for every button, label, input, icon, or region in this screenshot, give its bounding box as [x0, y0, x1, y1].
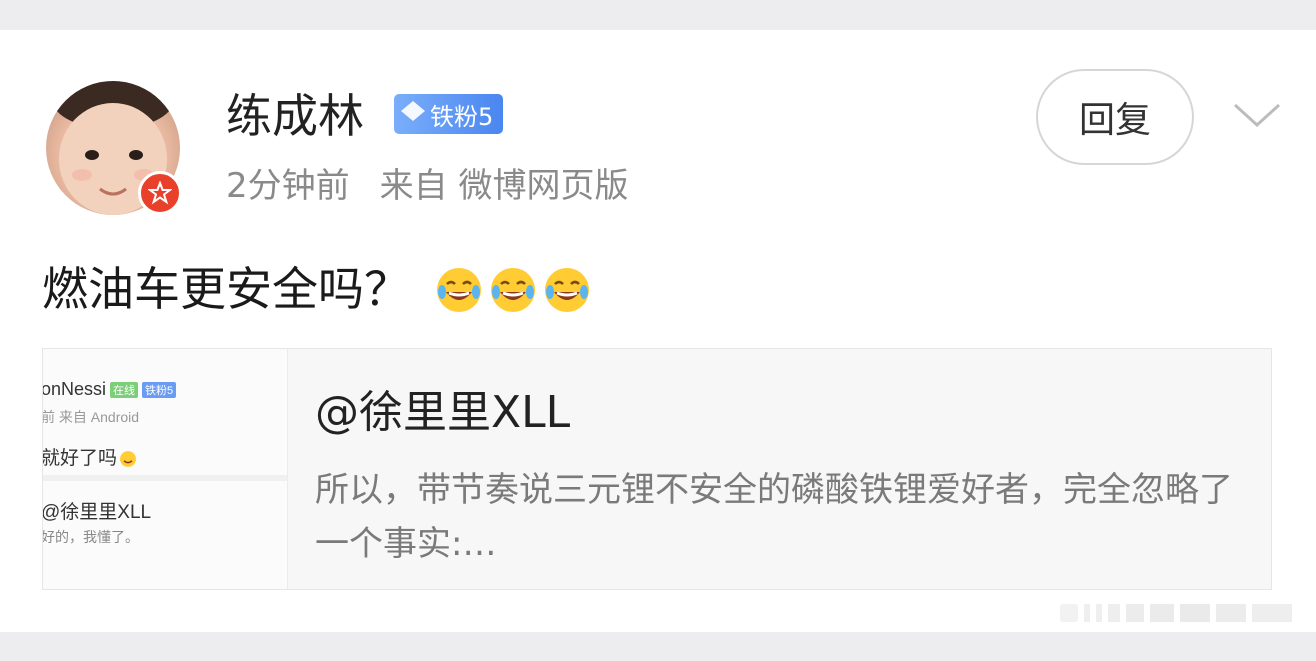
fan-badge-label: 铁粉5 [430, 102, 494, 131]
username[interactable]: 练成林 [226, 84, 364, 148]
thumb-fan-tag: 铁粉5 [142, 382, 177, 399]
thumb-username: onNessi [43, 379, 107, 399]
post-meta: 2分钟前 来自 微博网页版 [226, 164, 628, 208]
post-content: 燃油车更安全吗？ [42, 258, 592, 320]
comment-card: 练成林 铁粉5 2分钟前 来自 微博网页版 回复 燃油车更安全吗？ onNess… [0, 30, 1316, 632]
laugh-cry-emoji-icon [437, 268, 481, 312]
post-source: 来自 微博网页版 [379, 166, 629, 206]
thumb-online-tag: 在线 [110, 382, 139, 399]
quoted-post-author[interactable]: @徐里里XLL [315, 383, 570, 443]
thumb-emoji-icon [120, 451, 136, 467]
watermark-dots-icon [1060, 604, 1292, 622]
thumb-meta: 前 来自 Android [43, 409, 140, 425]
quoted-post-excerpt: 所以，带节奏说三元锂不安全的磷酸铁锂爱好者，完全忽略了一个事实:… [315, 470, 1233, 564]
emoji-group [434, 264, 592, 314]
quoted-post-card[interactable]: onNessi 在线 铁粉5 前 来自 Android 就好了吗 @徐里里XLL 好… [42, 348, 1272, 590]
thumb-text: 就好了吗 [43, 443, 137, 470]
reply-button[interactable]: 回复 [1036, 69, 1194, 165]
post-time: 2分钟前 [226, 166, 350, 206]
quoted-post-thumbnail: onNessi 在线 铁粉5 前 来自 Android 就好了吗 @徐里里XLL 好… [43, 349, 288, 589]
thumb-text-2: 好的，我懂了。 [43, 529, 139, 545]
chevron-down-icon[interactable] [1232, 100, 1282, 130]
thumb-mention: @徐里里XLL [43, 502, 152, 523]
verified-badge-icon [138, 171, 182, 215]
laugh-cry-emoji-icon [545, 268, 589, 312]
thumb-text-1: 就好了吗 [43, 448, 118, 469]
post-text: 燃油车更安全吗？ [42, 262, 410, 316]
diamond-icon [400, 100, 426, 128]
laugh-cry-emoji-icon [491, 268, 535, 312]
thumb-name-row: onNessi 在线 铁粉5 [43, 379, 177, 400]
fan-badge[interactable]: 铁粉5 [394, 94, 504, 134]
thumb-divider [43, 475, 287, 481]
